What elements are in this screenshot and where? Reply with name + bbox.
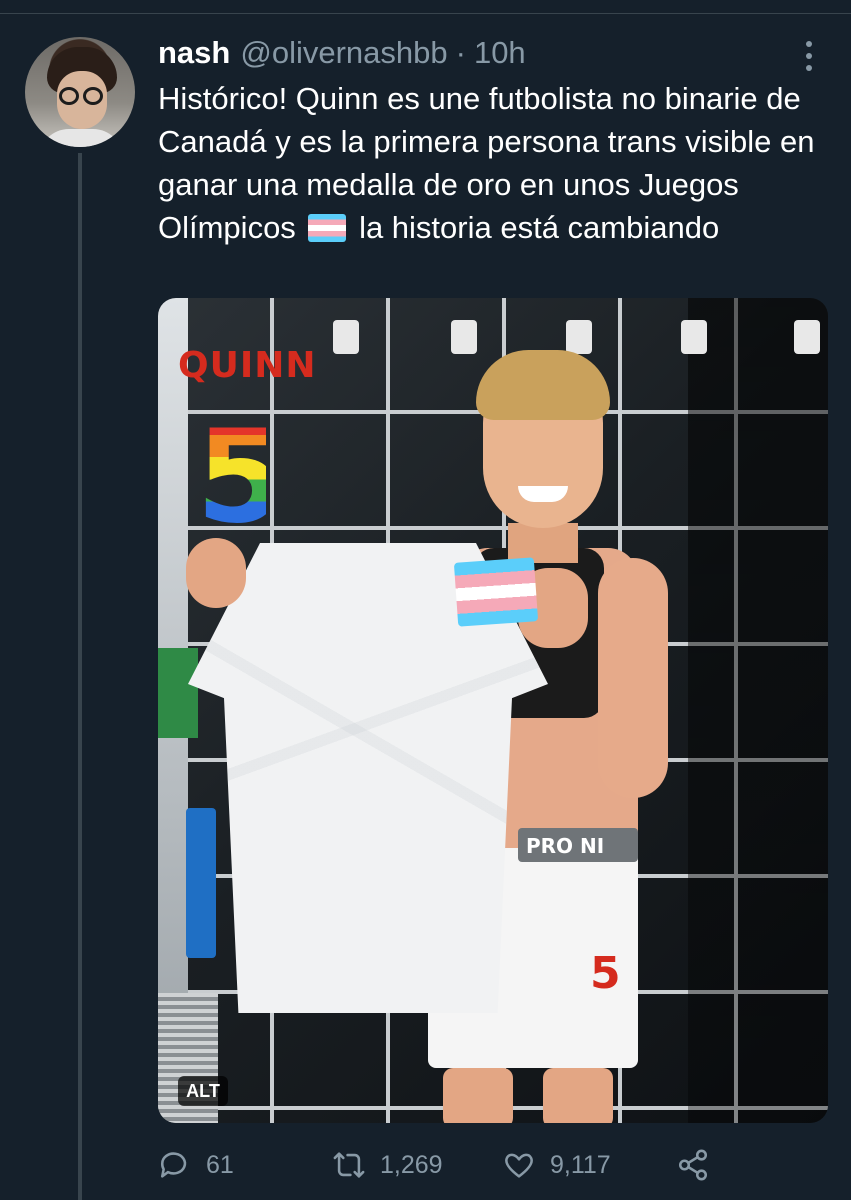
photo-hook <box>451 320 477 354</box>
avatar[interactable] <box>25 37 135 147</box>
reply-count: 61 <box>206 1150 234 1179</box>
photo-person-hair <box>476 350 610 420</box>
tweet-time[interactable]: 10h <box>474 35 526 71</box>
tweet-header: nash @olivernashbb · 10h <box>158 35 526 75</box>
retweet-button[interactable]: 1,269 <box>332 1143 443 1187</box>
reply-button[interactable]: 61 <box>158 1143 234 1187</box>
tweet-text-part-2: la historia está cambiando <box>359 210 720 245</box>
reply-icon <box>160 1152 187 1178</box>
tweet-actions: 61 1,269 9,117 <box>158 1143 718 1187</box>
photo-hook <box>681 320 707 354</box>
retweet-icon <box>333 1152 365 1178</box>
photo-person-leg <box>543 1068 613 1123</box>
separator-dot: · <box>455 35 466 70</box>
photo-hook <box>794 320 820 354</box>
photo-person-leg <box>443 1068 513 1123</box>
transgender-flag-emoji <box>308 214 347 242</box>
like-button[interactable]: 9,117 <box>502 1143 611 1187</box>
display-name[interactable]: nash <box>158 35 230 71</box>
avatar-shirt <box>39 129 123 147</box>
tweet-text: Histórico! Quinn es une futbolista no bi… <box>158 77 828 249</box>
top-divider <box>0 0 851 14</box>
retweet-count: 1,269 <box>380 1150 443 1179</box>
user-handle[interactable]: @olivernashbb <box>240 35 447 71</box>
photo-dark-banner <box>688 298 828 1123</box>
photo-person-arm <box>598 558 668 798</box>
share-button[interactable] <box>676 1143 724 1187</box>
alt-text-badge[interactable]: ALT <box>178 1076 228 1106</box>
share-icon <box>678 1149 708 1181</box>
photo-jersey-number: 5 <box>196 403 286 552</box>
photo-waistband-text: PRO NI <box>526 834 605 858</box>
photo-green-bin <box>158 648 198 738</box>
photo-jersey-name: QUINN <box>178 345 317 386</box>
thread-line <box>78 153 82 1200</box>
photo-trans-flag-armband <box>453 557 539 627</box>
photo-person-neck <box>508 523 578 563</box>
photo-shorts-number: 5 <box>590 948 621 999</box>
more-icon[interactable] <box>798 39 820 73</box>
photo-hook <box>566 320 592 354</box>
photo-hook <box>333 320 359 354</box>
photo-blue-cooler <box>186 808 216 958</box>
like-icon <box>505 1153 533 1178</box>
like-count: 9,117 <box>550 1150 611 1179</box>
avatar-glasses-right <box>83 87 103 105</box>
tweet[interactable]: nash @olivernashbb · 10h Histórico! Quin… <box>0 15 851 1200</box>
avatar-glasses-left <box>59 87 79 105</box>
